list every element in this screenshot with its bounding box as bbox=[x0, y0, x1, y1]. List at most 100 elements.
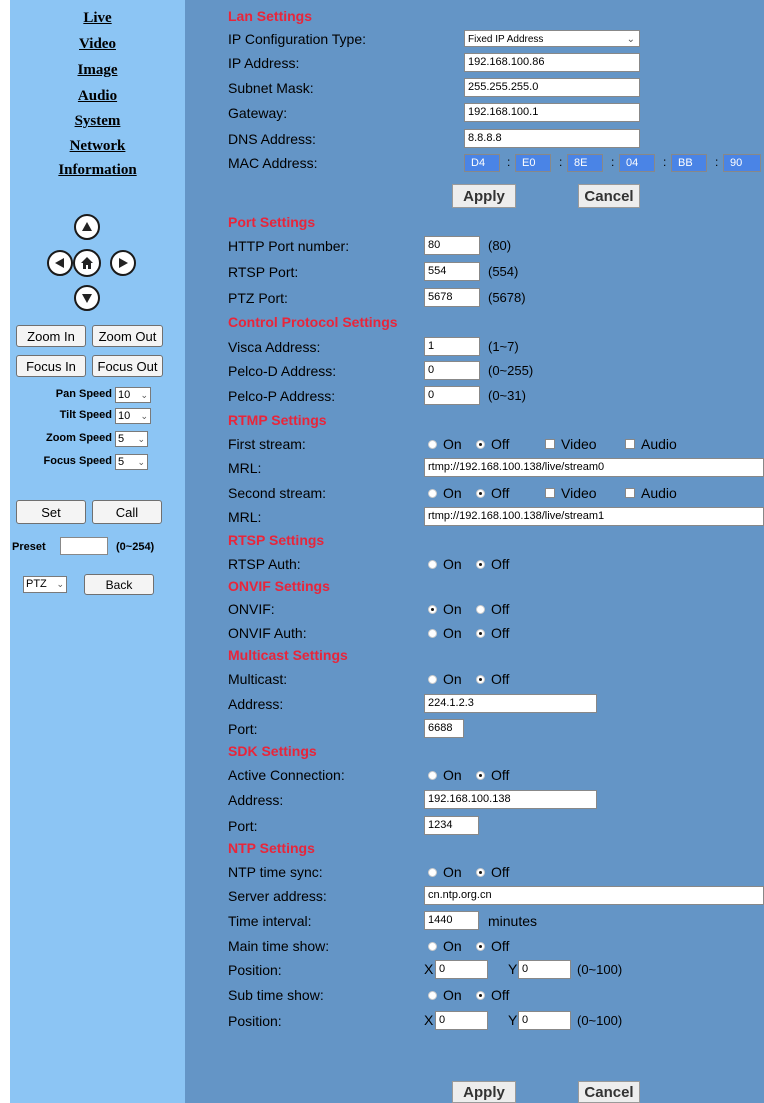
radio-on-label: On bbox=[443, 556, 462, 572]
focus-out-button[interactable]: Focus Out bbox=[92, 355, 163, 377]
dns-input[interactable]: 8.8.8.8 bbox=[464, 129, 640, 148]
nav-system[interactable]: System bbox=[10, 113, 185, 130]
nav-network[interactable]: Network bbox=[10, 138, 185, 155]
second-stream-video-checkbox[interactable]: Video bbox=[545, 485, 597, 501]
nav-information[interactable]: Information bbox=[10, 162, 185, 179]
ntp-sync-off-radio[interactable]: Off bbox=[476, 864, 509, 880]
mac-octet-1[interactable]: D4 bbox=[464, 154, 500, 172]
cancel-button[interactable]: Cancel bbox=[578, 1081, 640, 1103]
multicast-port-input[interactable]: 6688 bbox=[424, 719, 464, 738]
sdk-address-input[interactable]: 192.168.100.138 bbox=[424, 790, 597, 809]
mac-octet-6[interactable]: 90 bbox=[723, 154, 761, 172]
nav-image[interactable]: Image bbox=[10, 62, 185, 79]
mac-octet-4[interactable]: 04 bbox=[619, 154, 655, 172]
rtsp-port-input[interactable]: 554 bbox=[424, 262, 480, 281]
mac-octet-2[interactable]: E0 bbox=[515, 154, 551, 172]
ptz-port-input[interactable]: 5678 bbox=[424, 288, 480, 307]
pan-right-button[interactable] bbox=[110, 250, 136, 276]
preset-set-button[interactable]: Set bbox=[16, 500, 86, 524]
apply-button[interactable]: Apply bbox=[452, 1081, 516, 1103]
main-time-off-radio[interactable]: Off bbox=[476, 938, 509, 954]
preset-input[interactable] bbox=[60, 537, 108, 555]
visca-address-input[interactable]: 1 bbox=[424, 337, 480, 356]
server-address-input[interactable]: cn.ntp.org.cn bbox=[424, 886, 764, 905]
mode-select[interactable]: PTZ ⌄ bbox=[23, 576, 67, 593]
audio-label: Audio bbox=[641, 485, 677, 501]
pan-left-button[interactable] bbox=[47, 250, 73, 276]
pelco-p-range: (0~31) bbox=[488, 388, 526, 403]
subnet-mask-input[interactable]: 255.255.255.0 bbox=[464, 78, 640, 97]
lan-cancel-button[interactable]: Cancel bbox=[578, 184, 640, 208]
time-interval-input[interactable]: 1440 bbox=[424, 911, 479, 930]
nav-video[interactable]: Video bbox=[10, 36, 185, 53]
mrl2-input[interactable]: rtmp://192.168.100.138/live/stream1 bbox=[424, 507, 764, 526]
rtsp-auth-off-radio[interactable]: Off bbox=[476, 556, 509, 572]
back-button[interactable]: Back bbox=[84, 574, 154, 595]
http-port-input[interactable]: 80 bbox=[424, 236, 480, 255]
mac-label: MAC Address: bbox=[228, 155, 318, 171]
zoom-out-button[interactable]: Zoom Out bbox=[92, 325, 163, 347]
sub-time-off-radio[interactable]: Off bbox=[476, 987, 509, 1003]
active-connection-off-radio[interactable]: Off bbox=[476, 767, 509, 783]
onvif-auth-on-radio[interactable]: On bbox=[428, 625, 462, 641]
preset-call-button[interactable]: Call bbox=[92, 500, 162, 524]
focus-speed-select[interactable]: 5 ⌄ bbox=[115, 454, 148, 470]
pan-down-button[interactable] bbox=[74, 285, 100, 311]
sub-x-input[interactable]: 0 bbox=[435, 1011, 488, 1030]
onvif-on-radio[interactable]: On bbox=[428, 601, 462, 617]
sub-time-on-radio[interactable]: On bbox=[428, 987, 462, 1003]
multicast-on-radio[interactable]: On bbox=[428, 671, 462, 687]
multicast-settings-title: Multicast Settings bbox=[228, 647, 348, 663]
zoom-in-button[interactable]: Zoom In bbox=[16, 325, 86, 347]
first-stream-off-radio[interactable]: Off bbox=[476, 436, 509, 452]
sdk-port-label: Port: bbox=[228, 818, 258, 834]
first-stream-audio-checkbox[interactable]: Audio bbox=[625, 436, 677, 452]
lan-apply-button[interactable]: Apply bbox=[452, 184, 516, 208]
ip-type-select[interactable]: Fixed IP Address ⌄ bbox=[464, 30, 640, 47]
mac-octet-3[interactable]: 8E bbox=[567, 154, 603, 172]
main-x-label: X bbox=[424, 961, 434, 977]
second-stream-audio-checkbox[interactable]: Audio bbox=[625, 485, 677, 501]
nav-audio[interactable]: Audio bbox=[10, 88, 185, 105]
sdk-port-input[interactable]: 1234 bbox=[424, 816, 479, 835]
tilt-speed-select[interactable]: 10 ⌄ bbox=[115, 408, 151, 424]
mrl2-label: MRL: bbox=[228, 509, 262, 525]
mac-octet-5[interactable]: BB bbox=[671, 154, 707, 172]
rtsp-auth-on-radio[interactable]: On bbox=[428, 556, 462, 572]
home-button[interactable] bbox=[73, 249, 101, 277]
second-stream-on-radio[interactable]: On bbox=[428, 485, 462, 501]
video-label: Video bbox=[561, 485, 597, 501]
pan-up-button[interactable] bbox=[74, 214, 100, 240]
first-stream-video-checkbox[interactable]: Video bbox=[545, 436, 597, 452]
active-connection-on-radio[interactable]: On bbox=[428, 767, 462, 783]
zoom-speed-select[interactable]: 5 ⌄ bbox=[115, 431, 148, 447]
multicast-off-radio[interactable]: Off bbox=[476, 671, 509, 687]
sub-position-label: Position: bbox=[228, 1013, 282, 1029]
multicast-address-input[interactable]: 224.1.2.3 bbox=[424, 694, 597, 713]
radio-icon bbox=[428, 559, 437, 569]
focus-in-button[interactable]: Focus In bbox=[16, 355, 86, 377]
onvif-auth-off-radio[interactable]: Off bbox=[476, 625, 509, 641]
main-time-on-radio[interactable]: On bbox=[428, 938, 462, 954]
second-stream-off-radio[interactable]: Off bbox=[476, 485, 509, 501]
main-y-input[interactable]: 0 bbox=[518, 960, 571, 979]
gateway-input[interactable]: 192.168.100.1 bbox=[464, 103, 640, 122]
home-icon bbox=[81, 257, 93, 269]
nav-live[interactable]: Live bbox=[10, 10, 185, 27]
pelco-p-label: Pelco-P Address: bbox=[228, 388, 336, 404]
ntp-sync-on-radio[interactable]: On bbox=[428, 864, 462, 880]
ntp-settings-title: NTP Settings bbox=[228, 840, 315, 856]
pelco-d-input[interactable]: 0 bbox=[424, 361, 480, 380]
main-x-input[interactable]: 0 bbox=[435, 960, 488, 979]
mac-separator: : bbox=[507, 155, 511, 169]
onvif-off-radio[interactable]: Off bbox=[476, 601, 509, 617]
pelco-p-input[interactable]: 0 bbox=[424, 386, 480, 405]
sub-y-input[interactable]: 0 bbox=[518, 1011, 571, 1030]
first-stream-on-radio[interactable]: On bbox=[428, 436, 462, 452]
mrl1-input[interactable]: rtmp://192.168.100.138/live/stream0 bbox=[424, 458, 764, 477]
ip-type-label: IP Configuration Type: bbox=[228, 31, 367, 47]
pan-speed-select[interactable]: 10 ⌄ bbox=[115, 387, 151, 403]
ip-address-input[interactable]: 192.168.100.86 bbox=[464, 53, 640, 72]
radio-selected-icon bbox=[476, 674, 485, 684]
tilt-speed-value: 10 bbox=[118, 410, 131, 422]
